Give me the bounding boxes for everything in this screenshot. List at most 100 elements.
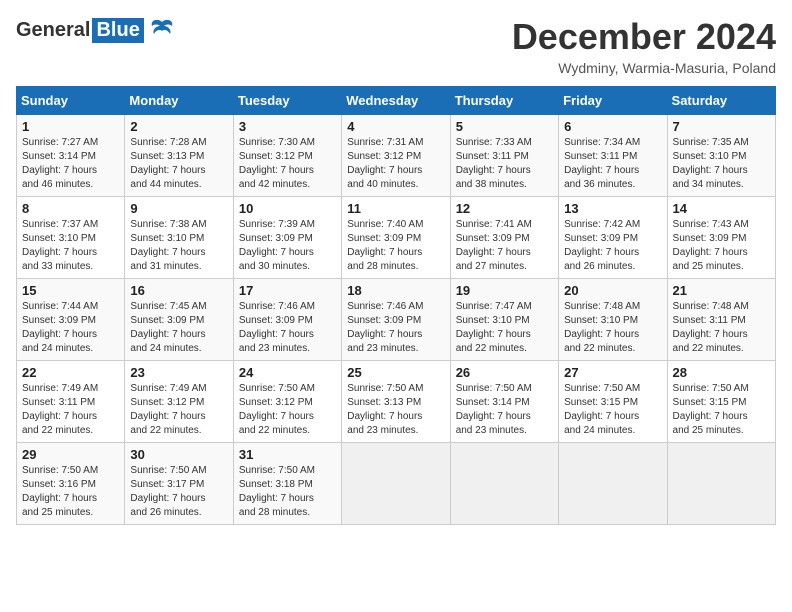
day-number: 14: [673, 201, 770, 216]
day-number: 29: [22, 447, 119, 462]
table-row: [450, 443, 558, 525]
table-row: 11Sunrise: 7:40 AM Sunset: 3:09 PM Dayli…: [342, 197, 450, 279]
table-row: 2 Sunrise: 7:28 AM Sunset: 3:13 PM Daylig…: [125, 115, 233, 197]
day-info: Sunrise: 7:50 AM Sunset: 3:14 PM Dayligh…: [456, 382, 553, 438]
day-number: 23: [130, 365, 227, 380]
logo-blue: Blue: [92, 18, 143, 43]
table-row: 7 Sunrise: 7:35 AM Sunset: 3:10 PM Daylig…: [667, 115, 775, 197]
day-info: Sunrise: 7:31 AM Sunset: 3:12 PM Dayligh…: [347, 136, 444, 192]
col-monday: Monday: [125, 87, 233, 115]
day-info: Sunrise: 7:50 AM Sunset: 3:16 PM Dayligh…: [22, 464, 119, 520]
day-number: 18: [347, 283, 444, 298]
day-info: Sunrise: 7:42 AM Sunset: 3:09 PM Dayligh…: [564, 218, 661, 274]
day-info: Sunrise: 7:50 AM Sunset: 3:15 PM Dayligh…: [564, 382, 661, 438]
day-info: Sunrise: 7:37 AM Sunset: 3:10 PM Dayligh…: [22, 218, 119, 274]
day-number: 2: [130, 119, 227, 134]
day-number: 9: [130, 201, 227, 216]
day-number: 16: [130, 283, 227, 298]
table-row: 20Sunrise: 7:48 AM Sunset: 3:10 PM Dayli…: [559, 279, 667, 361]
table-row: 8 Sunrise: 7:37 AM Sunset: 3:10 PM Daylig…: [17, 197, 125, 279]
day-info: Sunrise: 7:45 AM Sunset: 3:09 PM Dayligh…: [130, 300, 227, 356]
day-number: 15: [22, 283, 119, 298]
table-row: 16 Sunrise: 7:45 AM Sunset: 3:09 PM Dayli…: [125, 279, 233, 361]
day-info: Sunrise: 7:46 AM Sunset: 3:09 PM Dayligh…: [239, 300, 336, 356]
col-tuesday: Tuesday: [233, 87, 341, 115]
day-info: Sunrise: 7:47 AM Sunset: 3:10 PM Dayligh…: [456, 300, 553, 356]
table-row: 21 Sunrise: 7:48 AM Sunset: 3:11 PM Dayli…: [667, 279, 775, 361]
calendar-week-row: 22 Sunrise: 7:49 AM Sunset: 3:11 PM Dayli…: [17, 361, 776, 443]
day-info: Sunrise: 7:50 AM Sunset: 3:18 PM Dayligh…: [239, 464, 336, 520]
day-info: Sunrise: 7:43 AM Sunset: 3:09 PM Dayligh…: [673, 218, 770, 274]
table-row: [342, 443, 450, 525]
table-row: 25Sunrise: 7:50 AM Sunset: 3:13 PM Dayli…: [342, 361, 450, 443]
table-row: 4Sunrise: 7:31 AM Sunset: 3:12 PM Daylig…: [342, 115, 450, 197]
calendar-week-row: 8 Sunrise: 7:37 AM Sunset: 3:10 PM Daylig…: [17, 197, 776, 279]
table-row: 22 Sunrise: 7:49 AM Sunset: 3:11 PM Dayli…: [17, 361, 125, 443]
col-wednesday: Wednesday: [342, 87, 450, 115]
table-row: 19 Sunrise: 7:47 AM Sunset: 3:10 PM Dayli…: [450, 279, 558, 361]
table-row: 15 Sunrise: 7:44 AM Sunset: 3:09 PM Dayli…: [17, 279, 125, 361]
calendar-week-row: 1 Sunrise: 7:27 AM Sunset: 3:14 PM Daylig…: [17, 115, 776, 197]
table-row: 13 Sunrise: 7:42 AM Sunset: 3:09 PM Dayli…: [559, 197, 667, 279]
table-row: 5 Sunrise: 7:33 AM Sunset: 3:11 PM Daylig…: [450, 115, 558, 197]
day-number: 12: [456, 201, 553, 216]
day-info: Sunrise: 7:30 AM Sunset: 3:12 PM Dayligh…: [239, 136, 336, 192]
logo-general: General: [16, 19, 90, 42]
day-number: 27: [564, 365, 661, 380]
day-info: Sunrise: 7:33 AM Sunset: 3:11 PM Dayligh…: [456, 136, 553, 192]
day-number: 7: [673, 119, 770, 134]
day-number: 21: [673, 283, 770, 298]
calendar: Sunday Monday Tuesday Wednesday Thursday…: [16, 86, 776, 525]
day-number: 10: [239, 201, 336, 216]
day-number: 5: [456, 119, 553, 134]
calendar-week-row: 29 Sunrise: 7:50 AM Sunset: 3:16 PM Dayli…: [17, 443, 776, 525]
day-info: Sunrise: 7:41 AM Sunset: 3:09 PM Dayligh…: [456, 218, 553, 274]
table-row: 24 Sunrise: 7:50 AM Sunset: 3:12 PM Dayli…: [233, 361, 341, 443]
day-info: Sunrise: 7:35 AM Sunset: 3:10 PM Dayligh…: [673, 136, 770, 192]
col-sunday: Sunday: [17, 87, 125, 115]
day-number: 6: [564, 119, 661, 134]
day-info: Sunrise: 7:38 AM Sunset: 3:10 PM Dayligh…: [130, 218, 227, 274]
header: General Blue December 2024 Wydminy, Warm…: [16, 16, 776, 76]
day-number: 8: [22, 201, 119, 216]
table-row: 17 Sunrise: 7:46 AM Sunset: 3:09 PM Dayli…: [233, 279, 341, 361]
table-row: 18 Sunrise: 7:46 AM Sunset: 3:09 PM Dayli…: [342, 279, 450, 361]
table-row: 6Sunrise: 7:34 AM Sunset: 3:11 PM Daylig…: [559, 115, 667, 197]
calendar-header-row: Sunday Monday Tuesday Wednesday Thursday…: [17, 87, 776, 115]
day-number: 1: [22, 119, 119, 134]
table-row: 12 Sunrise: 7:41 AM Sunset: 3:09 PM Dayli…: [450, 197, 558, 279]
day-number: 24: [239, 365, 336, 380]
day-info: Sunrise: 7:28 AM Sunset: 3:13 PM Dayligh…: [130, 136, 227, 192]
day-info: Sunrise: 7:39 AM Sunset: 3:09 PM Dayligh…: [239, 218, 336, 274]
table-row: 9 Sunrise: 7:38 AM Sunset: 3:10 PM Daylig…: [125, 197, 233, 279]
table-row: 27 Sunrise: 7:50 AM Sunset: 3:15 PM Dayli…: [559, 361, 667, 443]
day-info: Sunrise: 7:49 AM Sunset: 3:11 PM Dayligh…: [22, 382, 119, 438]
day-info: Sunrise: 7:46 AM Sunset: 3:09 PM Dayligh…: [347, 300, 444, 356]
day-info: Sunrise: 7:50 AM Sunset: 3:17 PM Dayligh…: [130, 464, 227, 520]
day-number: 19: [456, 283, 553, 298]
day-info: Sunrise: 7:40 AM Sunset: 3:09 PM Dayligh…: [347, 218, 444, 274]
day-info: Sunrise: 7:50 AM Sunset: 3:13 PM Dayligh…: [347, 382, 444, 438]
day-info: Sunrise: 7:50 AM Sunset: 3:12 PM Dayligh…: [239, 382, 336, 438]
day-number: 22: [22, 365, 119, 380]
day-info: Sunrise: 7:49 AM Sunset: 3:12 PM Dayligh…: [130, 382, 227, 438]
day-number: 20: [564, 283, 661, 298]
day-info: Sunrise: 7:44 AM Sunset: 3:09 PM Dayligh…: [22, 300, 119, 356]
table-row: 26 Sunrise: 7:50 AM Sunset: 3:14 PM Dayli…: [450, 361, 558, 443]
table-row: 23 Sunrise: 7:49 AM Sunset: 3:12 PM Dayli…: [125, 361, 233, 443]
table-row: 28Sunrise: 7:50 AM Sunset: 3:15 PM Dayli…: [667, 361, 775, 443]
col-friday: Friday: [559, 87, 667, 115]
table-row: 30Sunrise: 7:50 AM Sunset: 3:17 PM Dayli…: [125, 443, 233, 525]
day-number: 31: [239, 447, 336, 462]
table-row: 14 Sunrise: 7:43 AM Sunset: 3:09 PM Dayli…: [667, 197, 775, 279]
col-thursday: Thursday: [450, 87, 558, 115]
table-row: 10 Sunrise: 7:39 AM Sunset: 3:09 PM Dayli…: [233, 197, 341, 279]
day-number: 17: [239, 283, 336, 298]
day-number: 13: [564, 201, 661, 216]
day-number: 26: [456, 365, 553, 380]
day-info: Sunrise: 7:50 AM Sunset: 3:15 PM Dayligh…: [673, 382, 770, 438]
day-info: Sunrise: 7:27 AM Sunset: 3:14 PM Dayligh…: [22, 136, 119, 192]
day-info: Sunrise: 7:48 AM Sunset: 3:11 PM Dayligh…: [673, 300, 770, 356]
table-row: 31 Sunrise: 7:50 AM Sunset: 3:18 PM Dayli…: [233, 443, 341, 525]
table-row: [667, 443, 775, 525]
